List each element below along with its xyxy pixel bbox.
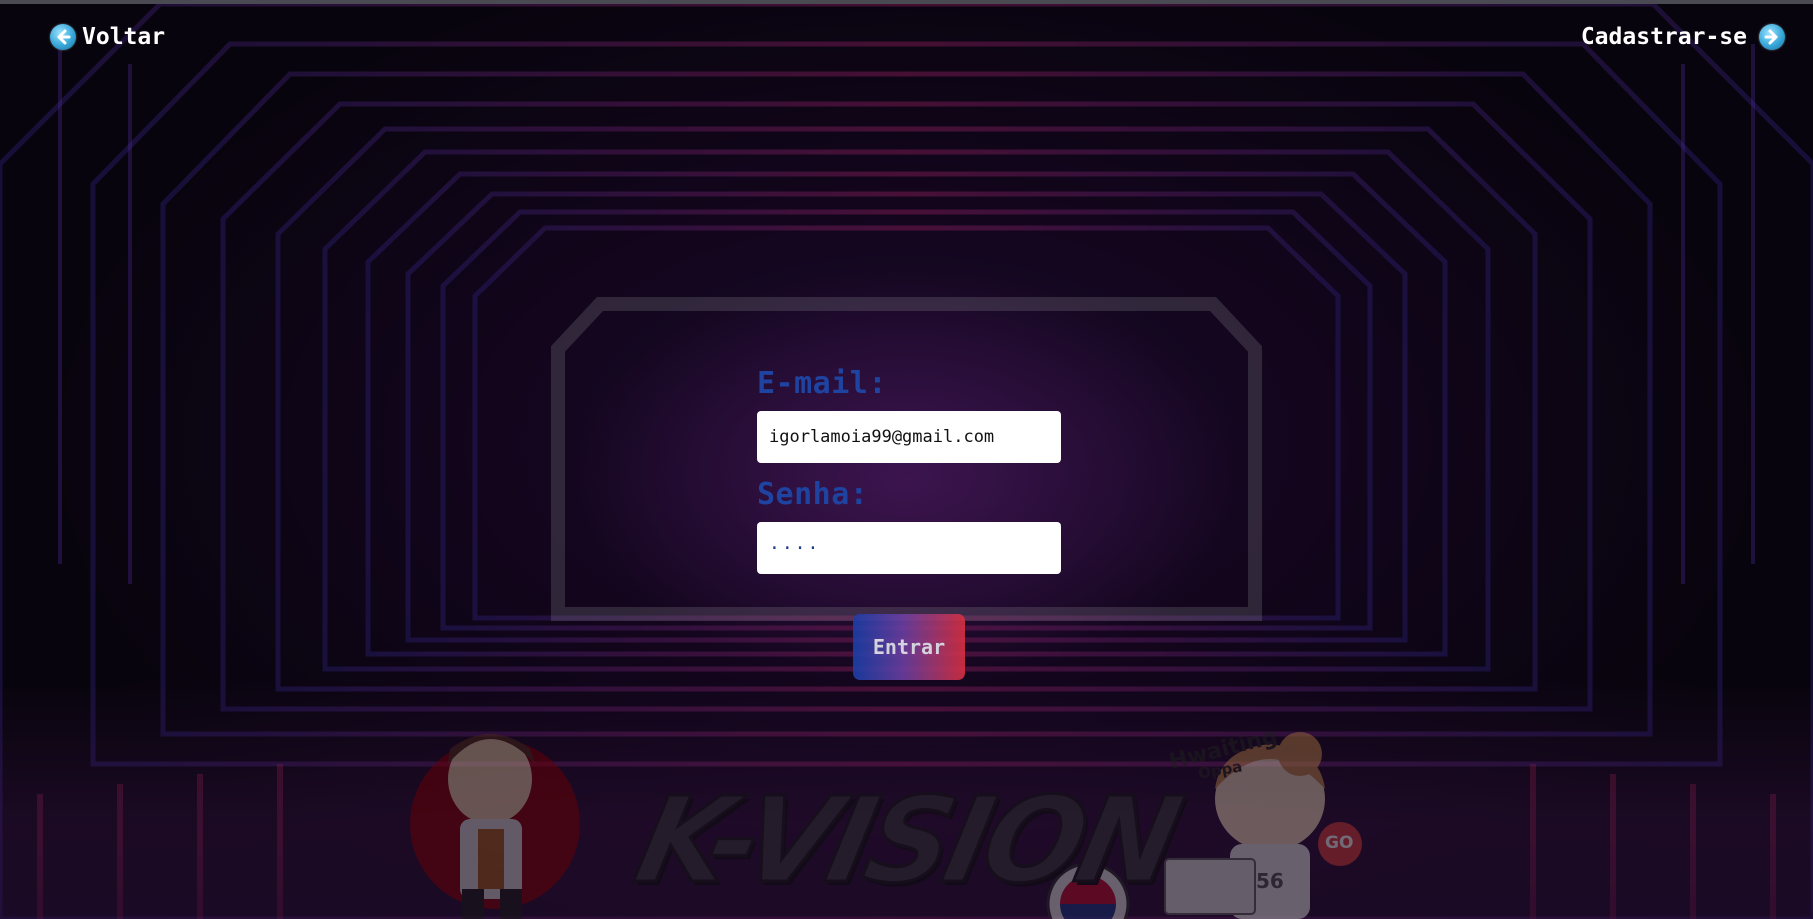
enter-button[interactable]: Entrar [853, 614, 965, 680]
submit-row: Entrar [757, 614, 1061, 680]
login-page: K-VISION Hwaiting Oppa GO 56 Voltar Cada… [0, 0, 1813, 919]
arrow-right-icon [1759, 24, 1785, 50]
back-link[interactable]: Voltar [50, 24, 165, 50]
email-label: E-mail: [757, 366, 887, 401]
email-input-value: igorlamoia99@gmail.com [769, 427, 995, 447]
password-label: Senha: [757, 477, 869, 512]
signup-link-label: Cadastrar-se [1580, 24, 1747, 50]
password-input[interactable]: ···· [757, 522, 1061, 574]
email-input[interactable]: igorlamoia99@gmail.com [757, 411, 1061, 463]
signup-link[interactable]: Cadastrar-se [1581, 24, 1785, 50]
login-form: E-mail: igorlamoia99@gmail.com Senha: ··… [757, 366, 1061, 680]
password-input-value: ···· [769, 537, 821, 559]
arrow-left-icon [50, 24, 76, 50]
back-link-label: Voltar [82, 24, 166, 50]
